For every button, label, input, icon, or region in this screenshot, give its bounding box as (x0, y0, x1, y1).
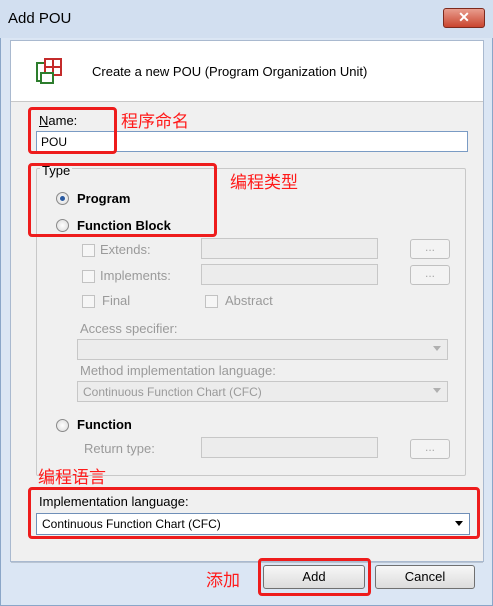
header-divider (11, 101, 483, 102)
type-highlight-box (28, 163, 217, 237)
method-impl-label: Method implementation language: (80, 363, 276, 378)
implements-checkbox[interactable] (82, 270, 95, 283)
extends-browse-button[interactable]: ... (410, 239, 450, 259)
close-button[interactable]: ✕ (443, 8, 485, 28)
extends-input[interactable] (201, 238, 378, 259)
footer-divider (11, 562, 483, 563)
access-specifier-label: Access specifier: (80, 321, 178, 336)
extends-checkbox[interactable] (82, 244, 95, 257)
cancel-button[interactable]: Cancel (375, 565, 475, 589)
abstract-label: Abstract (225, 293, 273, 308)
add-highlight-box (258, 558, 371, 596)
title-bar (0, 0, 493, 38)
chevron-down-icon (433, 388, 441, 393)
header-text: Create a new POU (Program Organization U… (92, 64, 368, 79)
name-highlight-box (28, 107, 117, 154)
final-checkbox[interactable] (82, 295, 95, 308)
implements-label: Implements: (100, 268, 171, 283)
chevron-down-icon (433, 346, 441, 351)
implements-input[interactable] (201, 264, 378, 285)
language-highlight-box (28, 487, 480, 539)
language-annotation: 编程语言 (38, 468, 106, 488)
type-annotation: 编程类型 (230, 173, 298, 193)
method-impl-select[interactable]: Continuous Function Chart (CFC) (77, 381, 448, 402)
pou-icon (36, 57, 66, 87)
return-type-label: Return type: (84, 441, 155, 456)
function-radio[interactable] (56, 419, 69, 432)
function-label: Function (77, 417, 132, 432)
dialog-title: Add POU (8, 10, 72, 27)
implements-browse-button[interactable]: ... (410, 265, 450, 285)
abstract-checkbox[interactable] (205, 295, 218, 308)
add-annotation: 添加 (206, 571, 240, 591)
name-annotation: 程序命名 (121, 112, 189, 132)
return-type-browse-button[interactable]: ... (410, 439, 450, 459)
access-specifier-select[interactable] (77, 339, 448, 360)
return-type-input[interactable] (201, 437, 378, 458)
extends-label: Extends: (100, 242, 151, 257)
final-label: Final (102, 293, 131, 308)
